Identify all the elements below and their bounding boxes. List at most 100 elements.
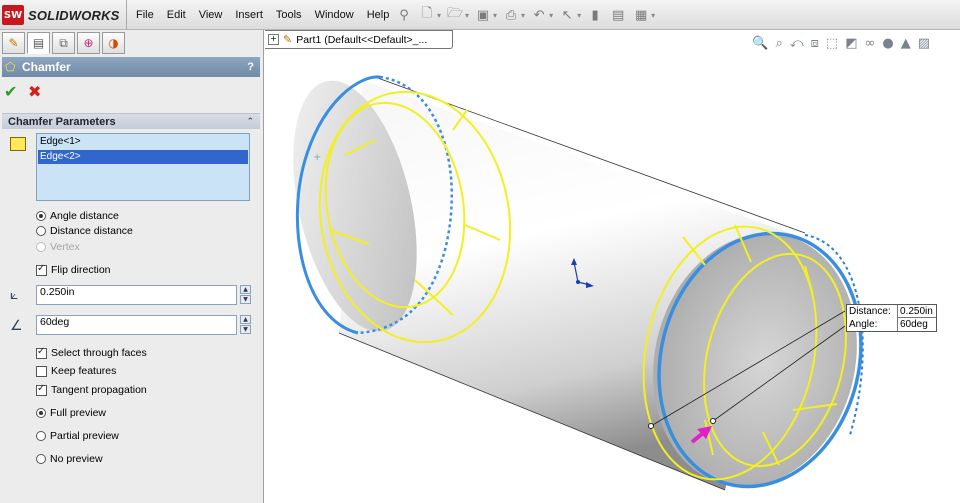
checkbox-label: Tangent propagation: [51, 384, 147, 396]
chevron-down-icon[interactable]: ▾: [651, 11, 655, 20]
radio-button[interactable]: [36, 431, 46, 441]
ok-checkmark-icon[interactable]: ✔: [4, 82, 22, 101]
graphics-area[interactable]: + + ✎ Part1 (Default<<Default>_... 🔍 ⌕ ⤺…: [265, 30, 960, 503]
display-manager-tab-icon[interactable]: ◑: [102, 32, 125, 54]
distance-distance-option[interactable]: Distance distance: [36, 225, 133, 237]
configuration-manager-tab-icon[interactable]: ⧉: [52, 32, 75, 54]
list-item[interactable]: Edge<1>: [38, 135, 248, 149]
save-icon[interactable]: ▣: [475, 7, 491, 23]
solidworks-logo-icon: SW: [2, 5, 24, 25]
cancel-x-icon[interactable]: ✖: [28, 82, 46, 101]
edges-selection-list[interactable]: Edge<1> Edge<2>: [36, 133, 250, 201]
menu-insert[interactable]: Insert: [235, 9, 263, 21]
chevron-down-icon[interactable]: ▾: [465, 11, 469, 20]
menu-view[interactable]: View: [199, 9, 223, 21]
expand-button[interactable]: +: [268, 34, 279, 45]
radio-label: No preview: [50, 453, 103, 465]
feature-title: Chamfer: [22, 60, 71, 74]
display-style-icon[interactable]: ◩: [845, 36, 857, 51]
menu-help[interactable]: Help: [367, 9, 390, 21]
pin-icon[interactable]: ⚲: [396, 7, 412, 23]
dimxpert-manager-tab-icon[interactable]: ⊕: [77, 32, 100, 54]
model-view[interactable]: +: [265, 30, 960, 503]
previous-view-icon[interactable]: ⤺: [790, 36, 804, 51]
no-preview-option[interactable]: No preview: [36, 453, 103, 465]
full-preview-option[interactable]: Full preview: [36, 407, 106, 419]
feature-manager-tab-icon[interactable]: ✎: [2, 32, 25, 54]
radio-label: Vertex: [50, 241, 80, 253]
help-button[interactable]: ?: [247, 61, 254, 73]
options-icon[interactable]: ▦: [633, 7, 649, 23]
collapse-icon[interactable]: ⌃: [246, 117, 254, 127]
checkbox[interactable]: [36, 346, 47, 359]
part-icon: ✎: [283, 33, 293, 46]
angle-dimension-icon: ∠: [10, 318, 23, 334]
open-folder-icon[interactable]: 🗁: [447, 6, 463, 23]
radio-button[interactable]: [36, 211, 46, 221]
standard-toolbar: ⚲ 🗋 ▾ 🗁 ▾ ▣ ▾ ⎙ ▾ ↶ ▾ ↖ ▾ ▮ ▤ ▦ ▾: [396, 4, 661, 26]
feature-tree-flyout[interactable]: + ✎ Part1 (Default<<Default>_...: [265, 30, 453, 49]
spin-down-icon[interactable]: ▼: [240, 325, 251, 334]
heads-up-view-toolbar: 🔍 ⌕ ⤺ ⧈ ⬚ ◩ ∞ ● ▲ ▨: [745, 36, 930, 51]
menu-edit[interactable]: Edit: [167, 9, 186, 21]
menu-bar: File Edit View Insert Tools Window Help: [136, 0, 402, 30]
radio-button[interactable]: [36, 454, 46, 464]
callout-angle-value[interactable]: 60deg: [897, 318, 936, 331]
callout-angle-row: Angle: 60deg: [847, 318, 936, 331]
property-manager: ✎ ▤ ⧉ ⊕ ◑ ⬠ Chamfer ? ✔ ✖ Chamfer Parame…: [0, 30, 264, 503]
dimension-point: [710, 418, 716, 424]
property-manager-tab-icon[interactable]: ▤: [27, 32, 50, 54]
app-logo[interactable]: SW SOLIDWORKS: [2, 4, 120, 26]
new-document-icon[interactable]: 🗋: [419, 6, 435, 23]
select-through-faces-option[interactable]: Select through faces: [36, 346, 147, 359]
checkbox[interactable]: [36, 263, 47, 276]
partial-preview-option[interactable]: Partial preview: [36, 430, 119, 442]
section-view-icon[interactable]: ⧈: [811, 36, 819, 51]
chevron-down-icon[interactable]: ▾: [577, 11, 581, 20]
tangent-propagation-option[interactable]: Tangent propagation: [36, 383, 147, 396]
chevron-down-icon[interactable]: ▾: [549, 11, 553, 20]
edit-appearance-icon[interactable]: ●: [882, 36, 893, 51]
angle-input[interactable]: 60deg: [36, 315, 237, 335]
dimension-callout[interactable]: Distance: 0.250in Angle: 60deg: [846, 304, 937, 332]
zoom-to-area-icon[interactable]: ⌕: [775, 36, 782, 51]
list-item-selected[interactable]: Edge<2>: [38, 150, 248, 164]
vertex-option: Vertex: [36, 241, 80, 253]
angle-spinner[interactable]: ▲ ▼: [240, 315, 251, 335]
spin-down-icon[interactable]: ▼: [240, 295, 251, 304]
callout-distance-row: Distance: 0.250in: [847, 305, 936, 318]
file-properties-icon[interactable]: ▤: [610, 7, 626, 23]
chevron-down-icon[interactable]: ▾: [521, 11, 525, 20]
callout-angle-label: Angle:: [849, 319, 878, 330]
menu-file[interactable]: File: [136, 9, 154, 21]
callout-distance-value[interactable]: 0.250in: [897, 305, 936, 318]
spin-up-icon[interactable]: ▲: [240, 315, 251, 324]
distance-spinner[interactable]: ▲ ▼: [240, 285, 251, 305]
manager-tabs: ✎ ▤ ⧉ ⊕ ◑: [2, 32, 127, 56]
print-icon[interactable]: ⎙: [503, 7, 519, 23]
menu-window[interactable]: Window: [315, 9, 354, 21]
apply-scene-icon[interactable]: ▲: [901, 36, 911, 51]
chevron-down-icon[interactable]: ▾: [437, 11, 441, 20]
flip-direction-option[interactable]: Flip direction: [36, 263, 111, 276]
radio-button[interactable]: [36, 408, 46, 418]
hide-show-items-icon[interactable]: ∞: [865, 36, 876, 51]
checkbox[interactable]: [36, 365, 47, 377]
zoom-to-fit-icon[interactable]: 🔍: [752, 36, 768, 51]
view-orientation-icon[interactable]: ⬚: [826, 36, 838, 51]
chevron-down-icon[interactable]: ▾: [493, 11, 497, 20]
checkbox-label: Select through faces: [51, 347, 147, 359]
rebuild-icon[interactable]: ▮: [587, 7, 603, 23]
checkbox[interactable]: [36, 383, 47, 396]
radio-button[interactable]: [36, 226, 46, 236]
view-settings-icon[interactable]: ▨: [918, 36, 930, 51]
keep-features-option[interactable]: Keep features: [36, 365, 116, 377]
spin-up-icon[interactable]: ▲: [240, 285, 251, 294]
chamfer-parameters-group-header[interactable]: Chamfer Parameters ⌃: [2, 113, 260, 129]
distance-input[interactable]: 0.250in: [36, 285, 237, 305]
select-arrow-icon[interactable]: ↖: [559, 7, 575, 23]
undo-icon[interactable]: ↶: [531, 7, 547, 23]
radio-label: Distance distance: [50, 225, 133, 237]
menu-tools[interactable]: Tools: [276, 9, 302, 21]
angle-distance-option[interactable]: Angle distance: [36, 210, 119, 222]
